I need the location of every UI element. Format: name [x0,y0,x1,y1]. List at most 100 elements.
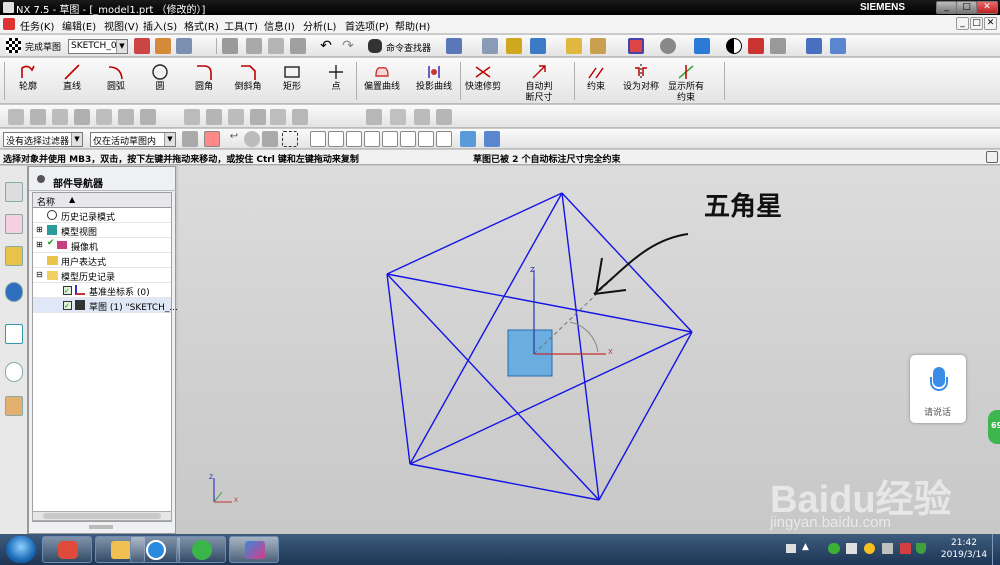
wechat-icon[interactable] [828,543,840,554]
sketch-line[interactable] [561,192,600,501]
menu-analysis[interactable]: 分析(L) [303,18,336,33]
menu-edit[interactable]: 编辑(E) [62,18,96,33]
pocket-icon[interactable] [96,109,112,125]
hole-icon[interactable] [52,109,68,125]
tree-item-cameras[interactable]: ⊞ ✔ 摄像机 [33,238,171,253]
menu-view[interactable]: 视图(V) [104,18,139,33]
taskbar-browser[interactable] [176,536,226,563]
snap-point-icon[interactable] [204,131,220,147]
pad-icon[interactable] [118,109,134,125]
chamfer-3d-icon[interactable] [292,109,308,125]
menu-help[interactable]: 帮助(H) [395,18,430,33]
voice-input-widget[interactable]: 请说话 [910,355,966,423]
render-style-icon[interactable] [660,38,676,54]
pin-icon[interactable] [37,175,45,183]
tree-item-model-views[interactable]: ⊞ 模型视图 [33,223,171,238]
move-wcs-icon[interactable] [830,38,846,54]
selection-scope-dropdown[interactable]: 仅在活动草图内 ▼ [90,132,176,147]
wcs-icon[interactable] [506,38,522,54]
auto-dimension-button[interactable]: 自动判断尺寸 [516,62,562,104]
chamfer-button[interactable]: 倒斜角 [230,62,266,93]
resize-grip[interactable] [89,525,113,529]
menu-insert[interactable]: 插入(S) [143,18,177,33]
marquee-select-icon[interactable] [282,131,298,147]
unite-icon[interactable] [228,109,244,125]
groove-icon[interactable] [140,109,156,125]
tree-item-model-history[interactable]: ⊟ 模型历史记录 [33,268,171,283]
control-point-snap-icon[interactable] [346,131,362,147]
save-icon[interactable] [222,38,238,54]
show-all-constraints-button[interactable]: 显示所有约束 [666,62,706,104]
fillet-button[interactable]: 圆角 [188,62,220,93]
line-button[interactable]: 直线 [56,62,88,93]
doc-close-button[interactable]: ✕ [984,17,997,30]
arc-center-snap-icon[interactable] [400,131,416,147]
keyboard-icon[interactable] [786,544,796,553]
tree-item-datum-csys[interactable]: ✓ 基准坐标系 (0) [33,283,171,298]
subtract-icon[interactable] [250,109,266,125]
network-icon[interactable] [900,543,911,554]
sketch-line[interactable] [386,192,563,275]
clock[interactable]: 21:42 2019/3/14 [940,537,988,561]
layer-icon[interactable] [482,38,498,54]
sketch-line[interactable] [386,273,411,465]
intersection-snap-icon[interactable] [364,131,380,147]
finish-sketch-button[interactable]: 完成草图 [6,37,66,54]
graphics-window[interactable]: 五角星 Z X Z X Baidu经验 jingyan.baidu.com [178,166,1000,534]
trim-body-icon[interactable] [184,109,200,125]
point-button[interactable]: 点 [320,62,352,93]
maximize-button[interactable]: □ [956,1,977,14]
update-model-icon[interactable] [176,38,192,54]
volume-icon[interactable] [882,543,893,554]
collapse-icon[interactable]: ⊟ [36,270,43,279]
menu-format[interactable]: 格式(R) [184,18,219,33]
taskbar-sogou[interactable] [130,536,180,563]
angle-icon[interactable] [590,38,606,54]
expand-icon[interactable]: ⊞ [36,225,43,234]
redo-icon[interactable]: ↷ [340,38,356,54]
constraints-button[interactable]: 约束 [578,62,614,93]
offset-curve-button[interactable]: 偏置曲线 [360,62,404,93]
web-browser-icon[interactable] [5,282,23,302]
shaded-cube-icon[interactable] [694,38,710,54]
taskbar-nx[interactable] [229,536,279,563]
menu-task[interactable]: 任务(K) [20,18,54,33]
chevron-up-icon[interactable]: ▲ [802,542,809,552]
doc-restore-button[interactable]: □ [970,17,983,30]
history-icon[interactable] [5,362,23,382]
show-desktop-button[interactable] [992,534,1000,565]
command-finder-button[interactable]: 命令查找器 [368,39,438,54]
measure-icon[interactable] [566,38,582,54]
edge-blend-icon[interactable] [270,109,286,125]
revolve-icon[interactable] [30,109,46,125]
reattach-icon[interactable] [155,38,171,54]
draft-icon[interactable] [366,109,382,125]
make-symmetric-button[interactable]: 设为对称 [620,62,662,93]
curve-rule-icon[interactable]: ↩ [226,131,242,147]
checkbox-icon[interactable]: ✓ [63,301,72,310]
existing-point-snap-icon[interactable] [460,131,476,147]
close-button[interactable]: ✕ [976,1,998,14]
profile-button[interactable]: 轮廓 [12,62,44,93]
tangent-snap-icon[interactable] [382,131,398,147]
show-hidden-icon[interactable] [244,131,260,147]
menu-preferences[interactable]: 首选项(P) [345,18,389,33]
section-icon[interactable] [748,38,764,54]
undo-icon[interactable]: ↶ [318,38,334,54]
constraint-navigator-icon[interactable] [5,214,23,234]
reuse-library-icon[interactable] [5,324,23,344]
offset-face-icon[interactable] [436,109,452,125]
horizontal-scrollbar[interactable] [32,511,172,521]
mid-point-snap-icon[interactable] [328,131,344,147]
sketch-name-dropdown[interactable]: SKETCH_000 ▼ [68,39,128,54]
tree-item-history-mode[interactable]: 历史记录模式 [33,208,171,223]
sketch-line[interactable] [598,331,693,501]
menu-tools[interactable]: 工具(T) [224,18,258,33]
analysis-icon[interactable] [530,38,546,54]
menu-information[interactable]: 信息(I) [264,18,295,33]
copy-icon[interactable] [268,38,284,54]
score-badge[interactable]: 69 [988,410,1000,444]
split-body-icon[interactable] [206,109,222,125]
start-button[interactable] [6,536,36,563]
shell-icon[interactable] [414,109,430,125]
